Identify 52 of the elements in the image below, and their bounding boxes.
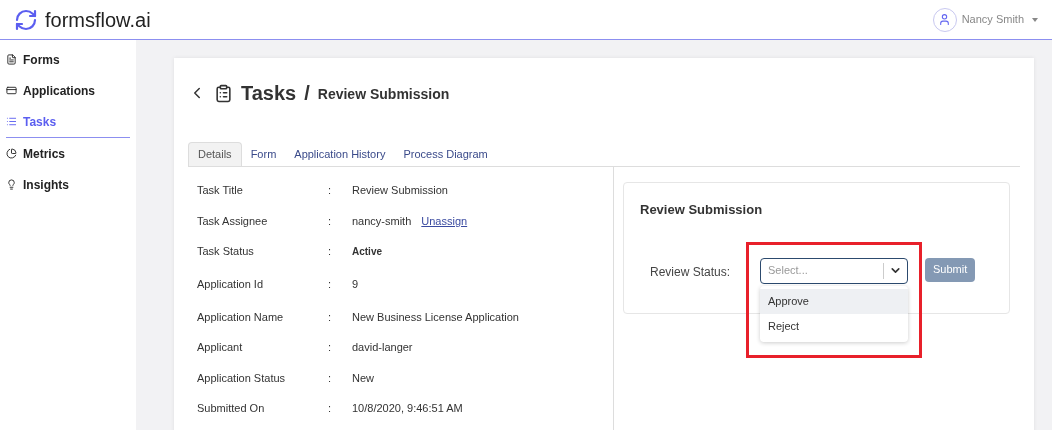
document-icon bbox=[6, 54, 17, 65]
detail-label: Application Name bbox=[196, 309, 285, 325]
detail-label: Task Assignee bbox=[196, 213, 269, 229]
detail-label: Task Title bbox=[196, 183, 244, 198]
caret-icon[interactable] bbox=[1032, 17, 1038, 22]
title-separator: / bbox=[304, 81, 310, 106]
dropdown-option[interactable]: Approve bbox=[760, 288, 908, 314]
detail-value: david-langer bbox=[352, 340, 413, 355]
panel-title: Review Submission bbox=[640, 201, 764, 219]
page-title: Tasks bbox=[241, 81, 297, 106]
tab[interactable]: Form bbox=[241, 142, 286, 166]
sidebar-item[interactable]: Applications bbox=[6, 75, 130, 106]
detail-separator: : bbox=[328, 401, 333, 416]
detail-separator: : bbox=[328, 309, 333, 325]
tab[interactable]: Application History bbox=[285, 142, 395, 166]
tab[interactable]: Details bbox=[188, 142, 242, 166]
brand-name: formsflow.ai bbox=[45, 7, 151, 33]
pie-chart-icon bbox=[6, 148, 17, 159]
detail-label: Submitted On bbox=[196, 401, 266, 416]
detail-separator: : bbox=[328, 244, 333, 259]
detail-value: 9 bbox=[352, 276, 359, 292]
detail-separator: : bbox=[328, 340, 333, 355]
detail-separator: : bbox=[328, 213, 333, 229]
page-subtitle: Review Submission bbox=[317, 85, 450, 104]
detail-separator: : bbox=[328, 370, 333, 386]
select-placeholder: Select... bbox=[767, 263, 809, 279]
dropdown-option[interactable]: Reject bbox=[760, 313, 908, 339]
clipboard-icon bbox=[214, 83, 233, 103]
field-label: Review Status: bbox=[650, 263, 732, 281]
detail-value: Review Submission bbox=[352, 183, 448, 198]
sidebar-item[interactable]: Forms bbox=[6, 44, 130, 75]
unassign-link[interactable]: Unassign bbox=[421, 212, 468, 229]
detail-value: New bbox=[352, 370, 374, 386]
list-icon bbox=[6, 116, 17, 127]
tab[interactable]: Process Diagram bbox=[394, 142, 497, 166]
detail-label: Application Id bbox=[196, 276, 265, 292]
logo-icon bbox=[14, 7, 38, 32]
detail-separator: : bbox=[328, 183, 333, 198]
detail-separator: : bbox=[328, 276, 333, 292]
sidebar-item[interactable]: Tasks bbox=[6, 106, 130, 137]
detail-value: 10/8/2020, 9:46:51 AM bbox=[352, 401, 463, 416]
detail-value: New Business License Application bbox=[352, 309, 519, 325]
detail-label: Application Status bbox=[196, 370, 287, 386]
lightbulb-icon bbox=[6, 179, 17, 190]
detail-value: Active bbox=[352, 244, 382, 259]
user-name[interactable]: Nancy Smith bbox=[961, 11, 1024, 28]
sidebar-item[interactable]: Metrics bbox=[6, 138, 130, 169]
sidebar-item[interactable]: Insights bbox=[6, 169, 130, 200]
card-icon bbox=[6, 85, 17, 96]
detail-value: nancy-smith bbox=[352, 213, 412, 229]
detail-label: Task Status bbox=[196, 244, 255, 259]
detail-label: Applicant bbox=[196, 340, 244, 355]
